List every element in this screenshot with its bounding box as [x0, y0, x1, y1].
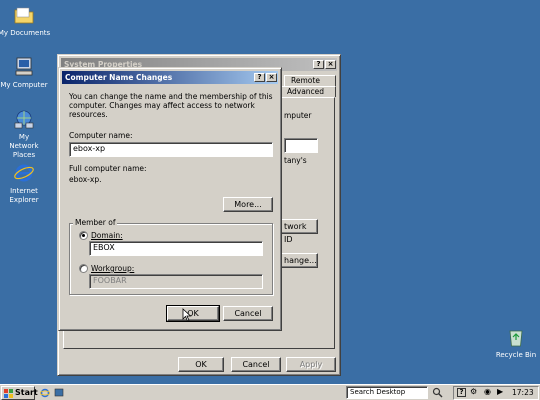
shield-tray-icon[interactable]: ◉: [484, 387, 491, 396]
computer-name-label: Computer name:: [69, 131, 133, 140]
desktop-icon-label: My Network Places: [9, 133, 39, 159]
taskbar: Start Search Desktop ? ⚙ ◉ ▶ 17:23: [0, 384, 540, 400]
cancel-button[interactable]: Cancel: [231, 357, 281, 372]
search-icon[interactable]: [432, 387, 443, 398]
network-icon: [14, 110, 34, 129]
tab-remote[interactable]: Remote: [284, 75, 336, 86]
member-of-label: Member of: [73, 218, 118, 227]
more-button[interactable]: More...: [223, 197, 273, 212]
organization-label: tany's: [284, 156, 307, 165]
search-desktop-input[interactable]: Search Desktop: [346, 386, 428, 399]
folder-icon: [14, 7, 34, 24]
system-tray: ? ⚙ ◉ ▶ 17:23: [453, 386, 539, 400]
quick-launch-desktop-icon[interactable]: [54, 388, 64, 398]
computer-description-label: mputer: [284, 111, 312, 120]
clock: 17:23: [512, 388, 534, 397]
computer-name-changes-dialog: Computer Name Changes ? × You can change…: [58, 67, 282, 331]
full-name-label: Full computer name:: [69, 164, 147, 173]
workgroup-radio[interactable]: [79, 264, 88, 273]
warning-tray-icon[interactable]: ⚙: [470, 387, 477, 396]
network-id-button[interactable]: twork ID: [280, 219, 318, 244]
close-button[interactable]: ×: [325, 60, 336, 69]
help-button[interactable]: ?: [313, 60, 324, 69]
dialog-titlebar[interactable]: Computer Name Changes ? ×: [62, 71, 278, 84]
desktop-icon-my-documents[interactable]: My Documents: [0, 4, 52, 38]
desktop-icon-my-network-places[interactable]: My Network Places: [0, 108, 52, 160]
desktop-icon-my-computer[interactable]: My Computer: [0, 56, 52, 90]
workgroup-label: Workgroup:: [91, 264, 135, 273]
desktop-icon-label: Recycle Bin: [495, 351, 537, 359]
dialog-cancel-button[interactable]: Cancel: [223, 306, 273, 321]
recycle-bin-icon: [509, 330, 523, 347]
dialog-ok-button[interactable]: OK: [166, 305, 220, 322]
desktop-icon-internet-explorer[interactable]: Internet Explorer: [0, 162, 52, 205]
tab-advanced[interactable]: Advanced: [280, 86, 336, 97]
desktop-icon-label: My Documents: [0, 29, 51, 37]
help-tray-icon[interactable]: ?: [457, 388, 466, 397]
workgroup-input[interactable]: FOOBAR: [89, 274, 263, 289]
desktop-icon-recycle-bin[interactable]: Recycle Bin: [488, 326, 540, 360]
quick-launch-ie-icon[interactable]: [40, 388, 50, 398]
apply-button[interactable]: Apply: [286, 357, 336, 372]
computer-icon: [15, 57, 33, 76]
intro-text: You can change the name and the membersh…: [69, 92, 273, 119]
full-name-value: ebox-xp.: [69, 175, 102, 184]
computer-description-input[interactable]: [284, 138, 318, 153]
ok-button[interactable]: OK: [178, 357, 224, 372]
start-button[interactable]: Start: [1, 386, 38, 400]
dialog-title: Computer Name Changes: [65, 73, 173, 82]
desktop-icon-label: My Computer: [0, 81, 48, 89]
volume-tray-icon[interactable]: ▶: [497, 387, 503, 396]
domain-label: Domain:: [91, 231, 123, 240]
windows-logo-icon: [4, 389, 13, 398]
close-button[interactable]: ×: [266, 73, 277, 82]
domain-input[interactable]: EBOX: [89, 241, 263, 256]
domain-radio[interactable]: [79, 231, 88, 240]
desktop-icon-label: Internet Explorer: [9, 187, 39, 204]
help-button[interactable]: ?: [254, 73, 265, 82]
mouse-cursor-icon: [182, 308, 192, 322]
change-button[interactable]: hange...: [280, 253, 318, 268]
computer-name-input[interactable]: ebox-xp: [69, 142, 273, 157]
internet-explorer-icon: [14, 164, 34, 182]
